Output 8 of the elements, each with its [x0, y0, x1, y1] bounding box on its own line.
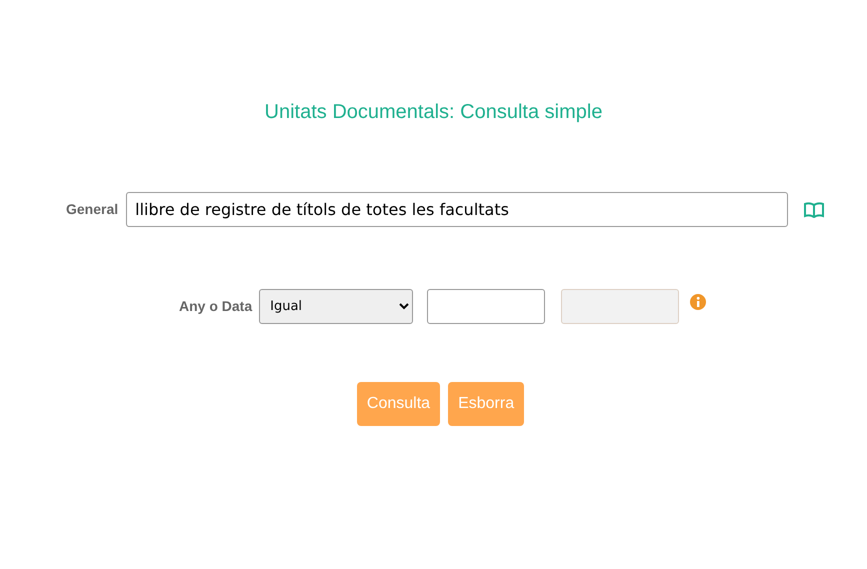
book-icon[interactable] — [804, 202, 824, 218]
date-field[interactable] — [427, 289, 546, 324]
operator-select[interactable]: Igual — [259, 289, 414, 324]
page-title: Unitats Documentals: Consulta simple — [264, 100, 602, 123]
info-icon[interactable] — [690, 294, 706, 310]
field-label: Any o Data — [179, 297, 252, 316]
field-label: General — [66, 200, 118, 219]
general-field[interactable]: llibre de registre de títols de totes les facultats — [126, 192, 788, 227]
